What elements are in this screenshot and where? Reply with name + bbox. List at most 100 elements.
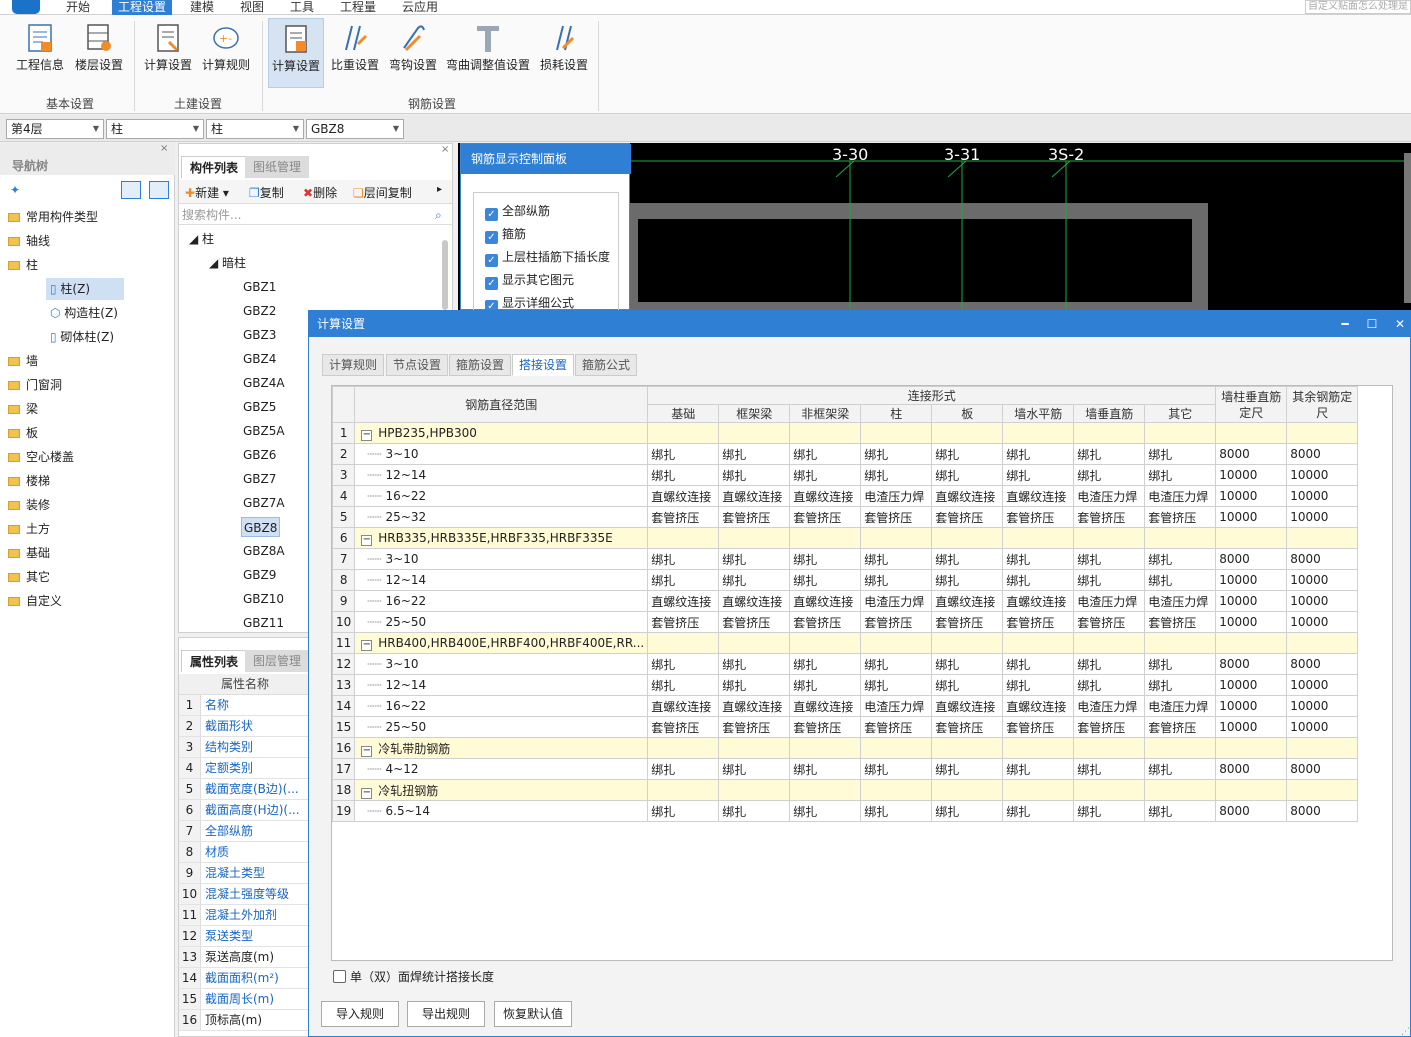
connection-type-cell[interactable]: 绑扎 (860, 569, 933, 591)
connection-type-cell[interactable]: 绑扎 (860, 674, 933, 696)
connection-type-cell[interactable]: 直螺纹连接 (931, 485, 1004, 507)
fixed-length-cell[interactable]: 10000 (1286, 695, 1359, 717)
connection-type-cell[interactable]: 套管挤压 (647, 716, 720, 738)
connection-type-cell[interactable]: 绑扎 (718, 800, 791, 822)
fixed-length-cell[interactable]: 8000 (1215, 548, 1288, 570)
grade-group-row[interactable]: 1− HPB235,HPB300 (331, 422, 1359, 444)
component-item[interactable]: GBZ4 (241, 349, 278, 369)
connection-type-cell[interactable]: 套管挤压 (718, 506, 791, 528)
tab-stirrup-settings[interactable]: 箍筋设置 (449, 354, 512, 376)
property-row[interactable]: 5 截面宽度(B边)(... (179, 779, 309, 800)
connection-type-cell[interactable] (1002, 779, 1075, 801)
diameter-range-cell[interactable]: ┄┄ 3~10 (354, 548, 649, 570)
connection-type-cell[interactable]: 直螺纹连接 (931, 590, 1004, 612)
property-row[interactable]: 11 混凝土外加剂 (179, 905, 309, 926)
connection-type-cell[interactable]: 直螺纹连接 (1002, 485, 1075, 507)
connection-type-cell[interactable]: 绑扎 (931, 758, 1004, 780)
nav-item-openings[interactable]: 门窗洞 (8, 374, 62, 396)
connection-type-cell[interactable] (718, 422, 791, 444)
connection-type-cell[interactable]: 绑扎 (647, 464, 720, 486)
help-search-input[interactable]: 自定义贴面怎么处理是 (1305, 0, 1411, 14)
expand-icon[interactable]: ✦ (10, 183, 20, 197)
connection-type-cell[interactable]: 绑扎 (789, 758, 862, 780)
diameter-row[interactable]: 14 ┄┄ 16~22 直螺纹连接 直螺纹连接 直螺纹连接 电渣压力焊 直螺纹连接 直螺纹连接… (331, 695, 1359, 717)
app-logo-icon[interactable] (12, 0, 40, 14)
connection-type-cell[interactable]: 直螺纹连接 (718, 695, 791, 717)
fixed-length-cell[interactable]: 10000 (1215, 674, 1288, 696)
tab-calc-rules[interactable]: 计算规则 (322, 354, 385, 376)
tree-root-column[interactable]: ◢ 柱 (189, 230, 214, 247)
menu-modeling[interactable]: 建模 (184, 0, 220, 15)
component-item[interactable]: GBZ10 (241, 589, 286, 609)
tab-layer-management[interactable]: 图层管理 (245, 650, 309, 672)
fixed-length-cell[interactable]: 8000 (1286, 758, 1359, 780)
grade-group-row[interactable]: 18− 冷轧扭钢筋 (331, 779, 1359, 801)
nav-item-axis[interactable]: 轴线 (8, 230, 50, 252)
rebar-calc-settings-button[interactable]: 计算设置 (268, 18, 324, 88)
connection-type-cell[interactable]: 绑扎 (789, 443, 862, 465)
connection-type-cell[interactable]: 套管挤压 (860, 506, 933, 528)
connection-type-cell[interactable]: 套管挤压 (1073, 611, 1146, 633)
fixed-length-cell[interactable] (1286, 779, 1359, 801)
fixed-length-cell[interactable] (1215, 422, 1288, 444)
floor-settings-button[interactable]: 楼层设置 (70, 18, 128, 88)
element-type-select[interactable]: 柱 ▼ (106, 119, 204, 139)
connection-type-cell[interactable]: 直螺纹连接 (718, 590, 791, 612)
diameter-range-cell[interactable]: ┄┄ 25~50 (354, 716, 649, 738)
connection-type-cell[interactable]: 电渣压力焊 (860, 485, 933, 507)
connection-type-cell[interactable]: 电渣压力焊 (1073, 485, 1146, 507)
diameter-row[interactable]: 15 ┄┄ 25~50 套管挤压 套管挤压 套管挤压 套管挤压 套管挤压 套管挤压 套管挤压 套管… (331, 716, 1359, 738)
component-item[interactable]: GBZ6 (241, 445, 278, 465)
diameter-range-cell[interactable]: ┄┄ 3~10 (354, 653, 649, 675)
connection-type-cell[interactable] (647, 632, 720, 654)
fixed-length-cell[interactable] (1215, 527, 1288, 549)
connection-type-cell[interactable] (1002, 527, 1075, 549)
maximize-icon[interactable]: ☐ (1359, 311, 1385, 337)
connection-type-cell[interactable]: 绑扎 (789, 653, 862, 675)
connection-type-cell[interactable]: 直螺纹连接 (1002, 590, 1075, 612)
nav-item-decoration[interactable]: 装修 (8, 494, 50, 516)
diameter-range-cell[interactable]: ┄┄ 25~50 (354, 611, 649, 633)
connection-type-cell[interactable]: 绑扎 (1144, 674, 1217, 696)
connection-type-cell[interactable] (860, 527, 933, 549)
connection-type-cell[interactable] (1144, 632, 1217, 654)
collapse-icon[interactable]: − (361, 787, 373, 799)
property-row[interactable]: 8 材质 (179, 842, 309, 863)
diameter-row[interactable]: 4 ┄┄ 16~22 直螺纹连接 直螺纹连接 直螺纹连接 电渣压力焊 直螺纹连接 直螺纹连接电… (331, 485, 1359, 507)
fixed-length-cell[interactable]: 8000 (1215, 800, 1288, 822)
connection-type-cell[interactable]: 绑扎 (718, 443, 791, 465)
connection-type-cell[interactable]: 直螺纹连接 (789, 485, 862, 507)
property-row[interactable]: 1 名称 (179, 695, 309, 716)
fixed-length-cell[interactable]: 10000 (1215, 464, 1288, 486)
connection-type-cell[interactable]: 绑扎 (860, 443, 933, 465)
connection-type-cell[interactable]: 绑扎 (1073, 548, 1146, 570)
checkbox-stirrups[interactable]: ✓ 箍筋 (485, 224, 526, 244)
connection-type-cell[interactable]: 套管挤压 (1144, 506, 1217, 528)
grade-group-label[interactable]: − HRB335,HRB335E,HRBF335,HRBF335E (354, 527, 649, 549)
connection-type-cell[interactable]: 绑扎 (1002, 674, 1075, 696)
component-search-input[interactable]: 搜索构件... (179, 205, 452, 225)
nav-item-constructional-column[interactable]: ⬡ 构造柱(Z) (50, 302, 118, 324)
connection-type-cell[interactable] (1144, 422, 1217, 444)
tab-lap-settings[interactable]: 搭接设置 (512, 354, 575, 376)
new-button[interactable]: ✚新建 ▾ (185, 184, 229, 201)
connection-type-cell[interactable]: 电渣压力焊 (1073, 695, 1146, 717)
connection-type-cell[interactable]: 直螺纹连接 (647, 590, 720, 612)
connection-type-cell[interactable] (718, 632, 791, 654)
component-item[interactable]: GBZ7 (241, 469, 278, 489)
connection-type-cell[interactable] (789, 422, 862, 444)
connection-type-cell[interactable] (860, 737, 933, 759)
connection-type-cell[interactable]: 绑扎 (931, 443, 1004, 465)
connection-type-cell[interactable]: 绑扎 (1144, 464, 1217, 486)
nav-item-slab[interactable]: 板 (8, 422, 38, 444)
connection-type-cell[interactable]: 绑扎 (789, 674, 862, 696)
component-item-selected[interactable]: GBZ8 (241, 517, 281, 537)
resize-grip-icon[interactable]: ⋰ (1401, 1027, 1410, 1037)
component-item[interactable]: GBZ8A (241, 541, 287, 561)
connection-type-cell[interactable]: 绑扎 (1002, 464, 1075, 486)
connection-type-cell[interactable]: 套管挤压 (789, 611, 862, 633)
connection-type-cell[interactable]: 绑扎 (931, 464, 1004, 486)
connection-type-cell[interactable]: 绑扎 (931, 800, 1004, 822)
component-item[interactable]: GBZ3 (241, 325, 278, 345)
diameter-range-cell[interactable]: ┄┄ 6.5~14 (354, 800, 649, 822)
